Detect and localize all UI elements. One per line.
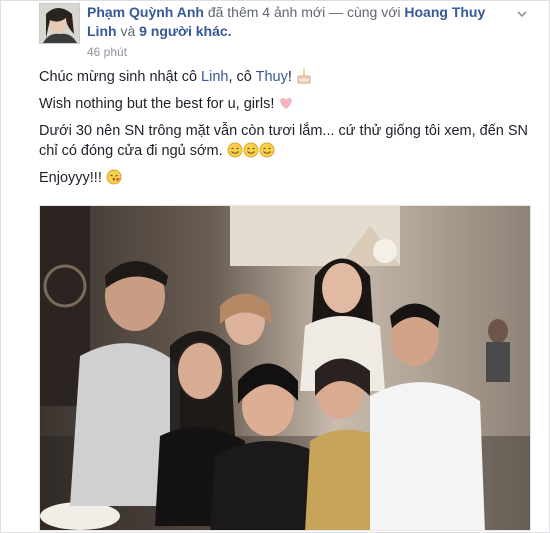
post-time[interactable]: 46 phút [87,45,127,59]
kiss-icon [106,169,122,185]
tagged-others[interactable]: 9 người khác. [139,23,231,39]
smile-icon [243,142,259,158]
post-header: Phạm Quỳnh Anh đã thêm 4 ảnh mới — cùng … [39,3,539,61]
heart-icon [278,95,294,111]
post-card: Phạm Quỳnh Anh đã thêm 4 ảnh mới — cùng … [0,0,550,533]
post-line-4: Enjoyyy!!! [39,168,539,188]
author-name[interactable]: Phạm Quỳnh Anh [87,4,204,20]
action-text: đã thêm 4 ảnh mới — cùng với [207,4,401,20]
birthday-cake-icon [296,68,312,84]
post-line-3: Dưới 30 nên SN trông mặt vẫn còn tươi lắ… [39,123,529,159]
post-meta: Phạm Quỳnh Anh đã thêm 4 ảnh mới — cùng … [87,3,517,41]
smile-icon [227,142,243,158]
post-photo[interactable] [39,205,531,531]
post-line-1: Chúc mừng sinh nhật cô Linh, cô Thuy! [39,67,539,87]
mention-thuy[interactable]: Thuy [256,69,288,85]
mention-linh[interactable]: Linh [201,69,228,85]
post-line-2: Wish nothing but the best for u, girls! [39,94,539,114]
post-body: Chúc mừng sinh nhật cô Linh, cô Thuy! Wi… [39,67,539,195]
connector-text: và [120,23,136,39]
avatar[interactable] [39,3,80,44]
smile-icon [259,142,275,158]
chevron-down-icon[interactable] [515,7,529,21]
